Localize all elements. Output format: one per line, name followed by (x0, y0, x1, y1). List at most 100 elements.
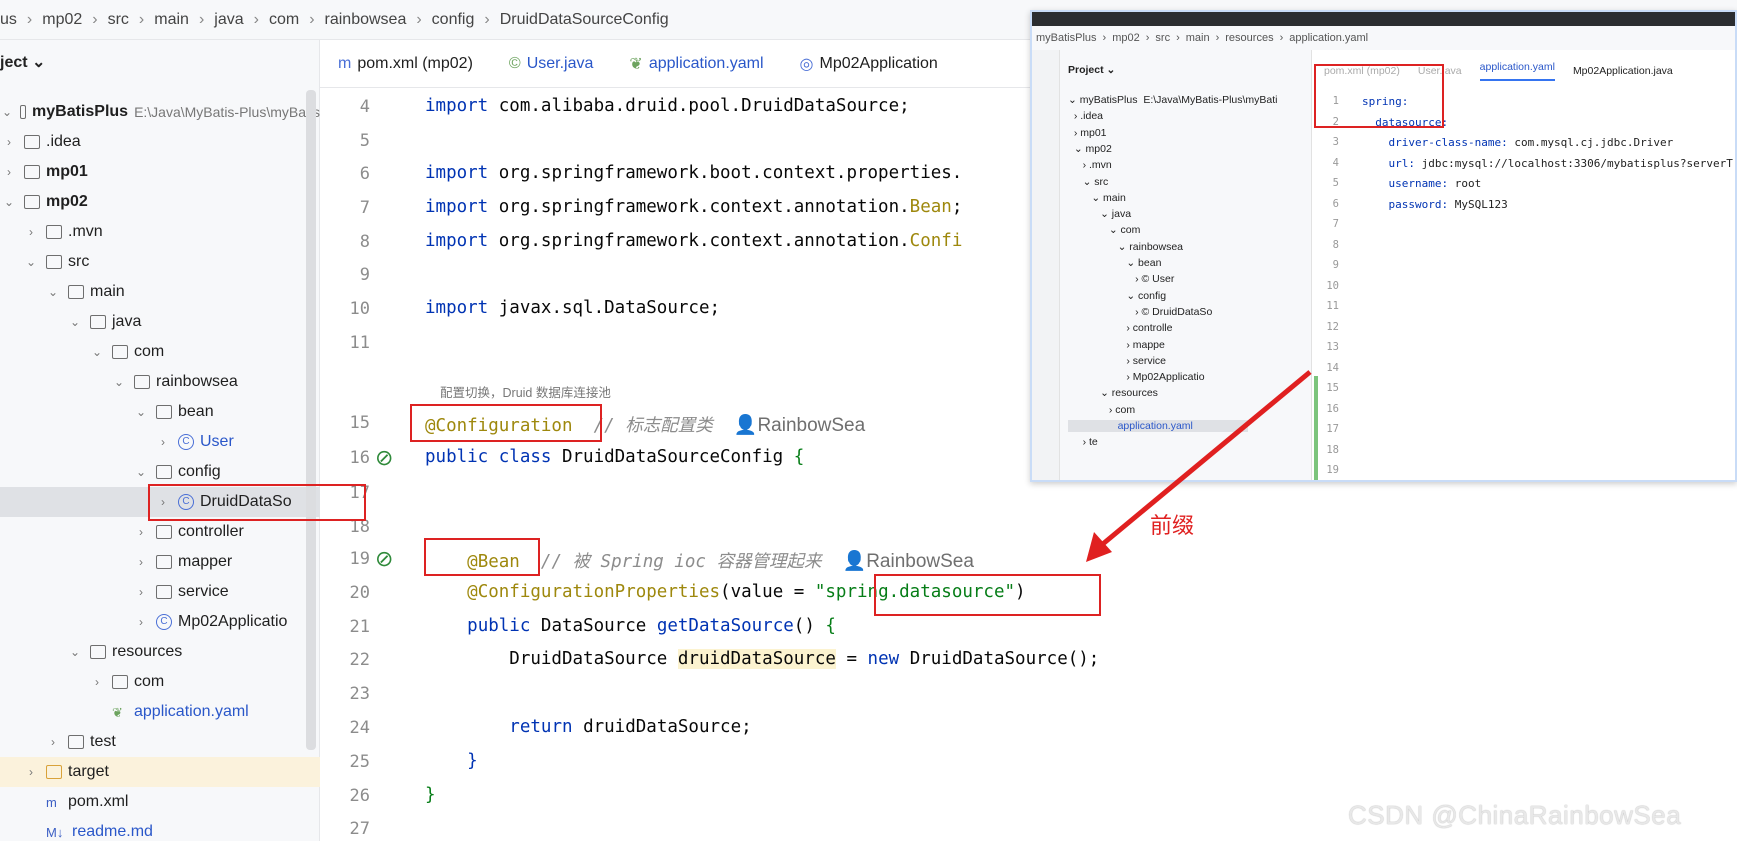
code-line: } (425, 785, 436, 805)
bean-gutter-icon[interactable]: ⊘ (375, 546, 393, 572)
line-number: 24 (349, 718, 370, 738)
project-panel-title[interactable]: ject ⌄ (0, 52, 45, 72)
inset-tree-item[interactable]: › © DruidDataSo (1068, 306, 1212, 318)
inset-tree-item[interactable]: › mp01 (1068, 127, 1107, 139)
highlight-box-prefix (874, 574, 1101, 616)
code-token: () (793, 616, 826, 636)
tree-item[interactable]: ❦ application.yaml (0, 697, 320, 727)
tree-item[interactable]: ⌄ java (0, 307, 320, 337)
tree-item[interactable]: ⌄ com (0, 337, 320, 367)
line-number: 23 (349, 684, 370, 704)
inset-line-number: 8 (1332, 238, 1339, 251)
inset-tree-item[interactable]: ⌄ myBatisPlus E:\Java\MyBatis-Plus\myBat… (1068, 94, 1278, 106)
inset-line-number: 12 (1326, 320, 1339, 333)
inset-tree-item[interactable]: › .mvn (1068, 159, 1112, 171)
line-number: 16 (349, 448, 370, 468)
tree-item[interactable]: ⌄ bean (0, 397, 320, 427)
inset-editor-tab[interactable]: application.yaml (1479, 61, 1555, 81)
inset-tree-item[interactable]: › Mp02Applicatio (1068, 371, 1204, 383)
tree-item[interactable]: › service (0, 577, 320, 607)
inset-project-header[interactable]: Project ⌄ (1068, 64, 1115, 76)
inset-breadcrumb-item[interactable]: src (1155, 32, 1170, 44)
inset-breadcrumb-item[interactable]: main (1186, 32, 1210, 44)
code-line: import javax.sql.DataSource; (425, 298, 720, 318)
inset-tree-item[interactable]: ⌄ resources (1068, 387, 1158, 399)
tree-item[interactable]: › .idea (0, 127, 320, 157)
tree-item[interactable]: › target (0, 757, 320, 787)
breadcrumb-item[interactable]: rainbowsea (325, 11, 407, 29)
editor-tab[interactable]: © User.java (509, 55, 594, 73)
inset-breadcrumb-item[interactable]: mp02 (1112, 32, 1140, 44)
tree-item[interactable]: ⌄ mp02 (0, 187, 320, 217)
tree-item[interactable]: ⌄ src (0, 247, 320, 277)
inset-line-number: 17 (1326, 423, 1339, 435)
tree-item[interactable]: ⌄ main (0, 277, 320, 307)
inset-tree-item[interactable]: › mappe (1068, 339, 1165, 351)
inset-titlebar (1032, 12, 1735, 26)
inset-breadcrumb-item[interactable]: resources (1225, 32, 1273, 44)
arrow-head-icon (1086, 532, 1112, 562)
tree-item[interactable]: › mapper (0, 547, 320, 577)
inset-tree-item[interactable]: ⌄ src (1068, 176, 1109, 188)
class-icon: C (156, 614, 172, 630)
breadcrumb-item[interactable]: DruidDataSourceConfig (500, 11, 669, 29)
tree-item[interactable]: ⌄ rainbowsea (0, 367, 320, 397)
tree-item[interactable]: ⌄ myBatisPlus E:\Java\MyBatis-Plus\myBatis (0, 97, 320, 127)
inset-tree-item[interactable]: ⌄ rainbowsea (1068, 241, 1183, 253)
chevron-icon: ⌄ (47, 285, 59, 299)
inset-tree-item[interactable]: ⌄ config (1068, 290, 1166, 302)
tree-item[interactable]: › C User (0, 427, 320, 457)
line-number: 21 (349, 617, 370, 637)
tree-scrollbar[interactable] (306, 90, 316, 750)
editor-tab[interactable]: m pom.xml (mp02) (338, 55, 473, 73)
breadcrumb-item[interactable]: com (269, 11, 299, 29)
breadcrumb-item[interactable]: main (154, 11, 189, 29)
breadcrumb-separator-icon: › (1215, 32, 1220, 44)
inset-tree-item[interactable]: › .idea (1068, 110, 1103, 122)
folder-icon (112, 675, 128, 689)
inset-tree-item[interactable]: ⌄ mp02 (1068, 143, 1112, 155)
inset-editor-tab[interactable]: Mp02Application.java (1573, 65, 1673, 77)
inset-tree-item[interactable]: › © User (1068, 273, 1174, 285)
editor-tab[interactable]: ◎ Mp02Application (800, 54, 938, 74)
tree-item[interactable]: m pom.xml (0, 787, 320, 817)
tree-item-label: target (68, 763, 109, 780)
breadcrumb-item[interactable]: mp02 (42, 11, 82, 29)
inset-tree-item[interactable]: application.yaml (1068, 420, 1248, 432)
breadcrumb-item[interactable]: us (0, 11, 17, 29)
breadcrumb-item[interactable]: java (214, 11, 243, 29)
tree-item[interactable]: ⌄ config (0, 457, 320, 487)
code-token: import (425, 298, 499, 318)
inset-tree-item[interactable]: ⌄ main (1068, 192, 1125, 204)
breadcrumb-separator-icon: › (1279, 32, 1284, 44)
inset-tree-item[interactable]: › com (1068, 404, 1135, 416)
tree-item[interactable]: › controller (0, 517, 320, 547)
inset-tree-item[interactable]: › service (1068, 355, 1166, 367)
tree-item[interactable]: › com (0, 667, 320, 697)
inset-tree-item[interactable]: › controlle (1068, 322, 1172, 334)
chevron-icon: › (51, 735, 55, 749)
inset-tree-item[interactable]: ⌄ java (1068, 208, 1131, 220)
code-token: Bean (909, 197, 952, 217)
yaml-key: password: (1362, 197, 1449, 211)
code-line: import org.springframework.context.annot… (425, 197, 962, 217)
tree-item[interactable]: › mp01 (0, 157, 320, 187)
breadcrumb-item[interactable]: src (108, 11, 129, 29)
tree-item[interactable]: ⌄ resources (0, 637, 320, 667)
breadcrumb-item[interactable]: config (432, 11, 475, 29)
bean-gutter-icon[interactable]: ⊘ (375, 445, 393, 471)
tree-item[interactable]: › test (0, 727, 320, 757)
line-number: 26 (349, 786, 370, 806)
inset-breadcrumb-item[interactable]: application.yaml (1289, 32, 1368, 44)
inset-breadcrumb-item[interactable]: myBatisPlus (1036, 32, 1097, 44)
inset-tree-item[interactable]: › te (1068, 436, 1098, 448)
inset-tree-item[interactable]: ⌄ bean (1068, 257, 1161, 269)
line-number: 10 (349, 299, 370, 319)
tree-item[interactable]: › .mvn (0, 217, 320, 247)
editor-tab[interactable]: ❦ application.yaml (629, 54, 763, 74)
package-icon (156, 465, 172, 479)
tree-item[interactable]: › C Mp02Applicatio (0, 607, 320, 637)
tree-item[interactable]: M↓ readme.md (0, 817, 320, 847)
yaml-value: root (1448, 177, 1482, 190)
inset-tree-item[interactable]: ⌄ com (1068, 224, 1141, 236)
